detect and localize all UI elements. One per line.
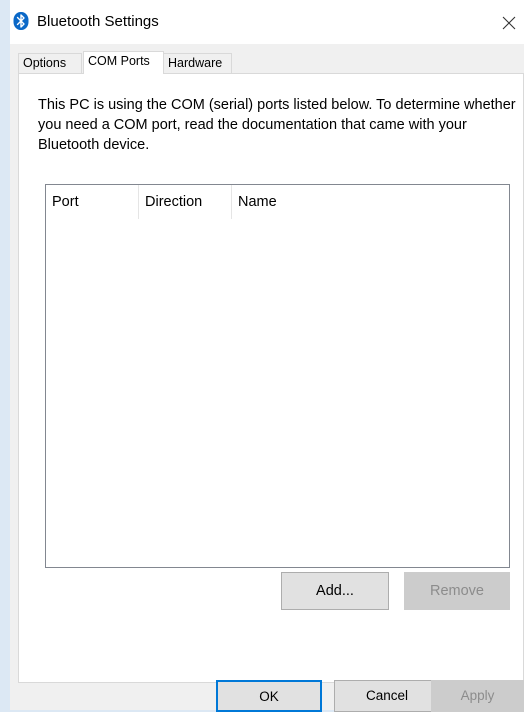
column-header-port[interactable]: Port xyxy=(46,185,139,219)
bluetooth-settings-dialog: Bluetooth Settings Options COM Ports Har… xyxy=(10,0,524,712)
tab-options[interactable]: Options xyxy=(18,53,82,73)
com-ports-list[interactable]: Port Direction Name xyxy=(45,184,510,568)
tab-strip: Options COM Ports Hardware xyxy=(18,51,524,74)
window-title: Bluetooth Settings xyxy=(37,13,159,30)
close-button[interactable] xyxy=(494,8,524,38)
column-header-name[interactable]: Name xyxy=(232,185,507,219)
ok-button[interactable]: OK xyxy=(216,680,322,712)
list-header: Port Direction Name xyxy=(46,185,509,219)
tab-com-ports[interactable]: COM Ports xyxy=(83,51,164,74)
add-button[interactable]: Add... xyxy=(281,572,389,610)
tab-hardware[interactable]: Hardware xyxy=(163,53,232,73)
com-ports-description: This PC is using the COM (serial) ports … xyxy=(38,97,516,153)
com-ports-panel: This PC is using the COM (serial) ports … xyxy=(18,73,524,683)
cancel-button[interactable]: Cancel xyxy=(334,680,440,712)
title-bar: Bluetooth Settings xyxy=(10,0,524,44)
bluetooth-icon xyxy=(13,12,29,30)
column-header-direction[interactable]: Direction xyxy=(139,185,232,219)
apply-button[interactable]: Apply xyxy=(431,680,524,712)
close-icon xyxy=(502,16,516,30)
remove-button[interactable]: Remove xyxy=(404,572,510,610)
